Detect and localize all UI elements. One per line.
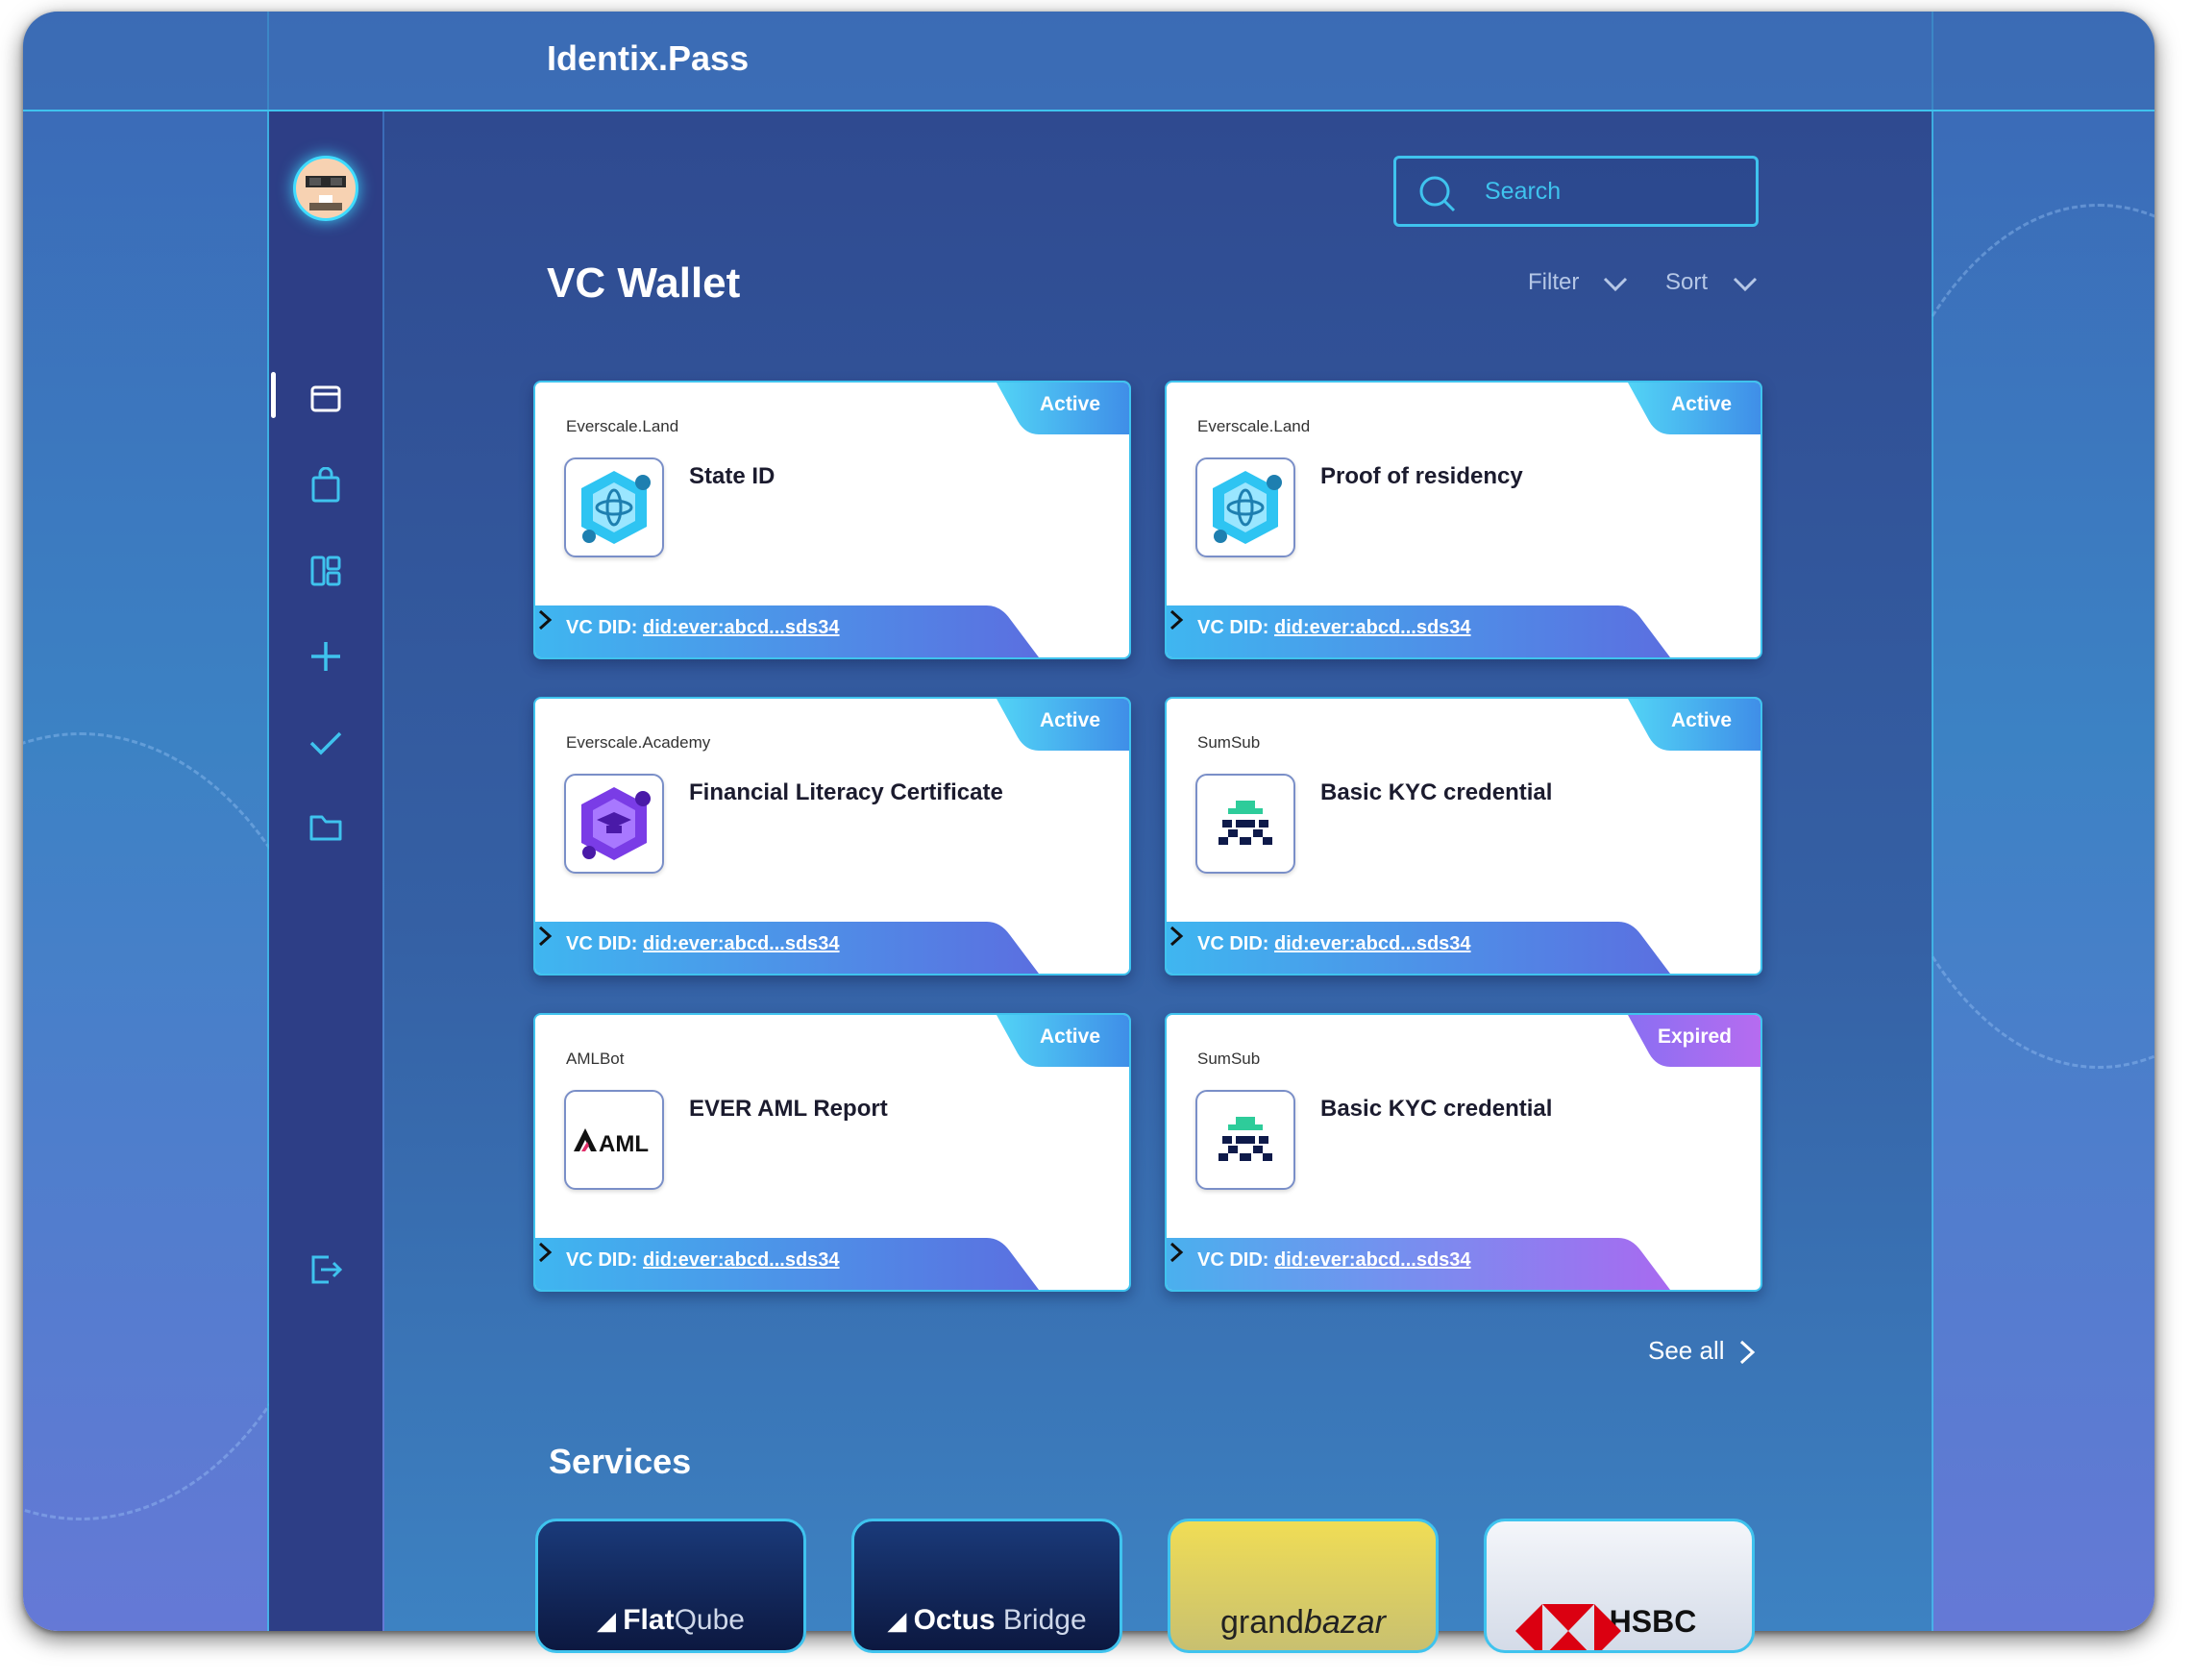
chevron-right-icon[interactable]: [535, 1238, 554, 1267]
did-label: VC DID: did:ever:abcd...sds34: [566, 617, 840, 638]
issuer-name: Everscale.Land: [1197, 417, 1311, 435]
sort-label: Sort: [1665, 269, 1709, 295]
did-label: VC DID: did:ever:abcd...sds34: [1197, 1249, 1471, 1271]
did-link[interactable]: did:ever:abcd...sds34: [1274, 933, 1471, 954]
status-badge: Active: [1628, 699, 1760, 751]
status-badge: Expired: [1628, 1015, 1760, 1067]
status-badge: Active: [997, 383, 1129, 434]
everscale-land-logo: [1195, 457, 1295, 557]
active-indicator: [271, 372, 276, 418]
see-all-link[interactable]: See all: [1648, 1336, 1725, 1366]
credential-title: Basic KYC credential: [1320, 1096, 1553, 1122]
svg-text:AML: AML: [599, 1131, 649, 1157]
sort-dropdown[interactable]: Sort: [1665, 269, 1758, 296]
did-link[interactable]: did:ever:abcd...sds34: [643, 617, 840, 638]
did-footer: VC DID: did:ever:abcd...sds34: [1167, 605, 1760, 657]
did-link[interactable]: did:ever:abcd...sds34: [1274, 617, 1471, 638]
service-hsbc[interactable]: HSBC: [1484, 1519, 1755, 1653]
logout-icon[interactable]: [308, 1251, 344, 1288]
status-badge: Active: [997, 1015, 1129, 1067]
credential-title: State ID: [689, 463, 775, 489]
issuer-name: SumSub: [1197, 1050, 1261, 1068]
credential-title: EVER AML Report: [689, 1096, 888, 1122]
did-label: VC DID: did:ever:abcd...sds34: [1197, 933, 1471, 954]
chevron-right-icon[interactable]: [535, 605, 554, 634]
status-text: Active: [1670, 709, 1732, 731]
status-text: Active: [1670, 393, 1732, 415]
credential-title: Basic KYC credential: [1320, 779, 1553, 805]
everscale-academy-logo: [564, 774, 664, 874]
chevron-down-icon: [1733, 277, 1758, 292]
service-name: HSBC: [1487, 1604, 1752, 1650]
service-name: ◢ Octus Bridge: [887, 1604, 1087, 1636]
credential-card[interactable]: Active SumSub Basic KYC credential VC DI…: [1165, 697, 1762, 976]
plus-icon[interactable]: [308, 638, 344, 675]
issuer-name: Everscale.Land: [566, 417, 679, 435]
sumsub-logo: [1195, 1090, 1295, 1190]
aml-logo: AML: [564, 1090, 664, 1190]
chevron-right-icon[interactable]: [1167, 922, 1186, 951]
did-label: VC DID: did:ever:abcd...sds34: [1197, 617, 1471, 638]
credential-card[interactable]: Active Everscale.Land Proof of residency…: [1165, 381, 1762, 659]
service-grandbazar[interactable]: grandbazar: [1168, 1519, 1439, 1653]
did-link[interactable]: did:ever:abcd...sds34: [1274, 1249, 1471, 1271]
did-footer: VC DID: did:ever:abcd...sds34: [535, 922, 1129, 974]
sidebar: [269, 111, 382, 1631]
search-placeholder: Search: [1485, 178, 1562, 205]
did-link[interactable]: did:ever:abcd...sds34: [643, 933, 840, 954]
check-icon[interactable]: [308, 725, 344, 761]
chevron-right-icon[interactable]: [1737, 1338, 1757, 1367]
search-input[interactable]: Search: [1393, 156, 1759, 227]
credential-card[interactable]: Active Everscale.Academy Financial Liter…: [533, 697, 1131, 976]
user-avatar[interactable]: [293, 156, 358, 221]
wallet-icon[interactable]: [308, 381, 344, 417]
credential-card[interactable]: Active AMLBot AML EVER AML Report VC DID…: [533, 1013, 1131, 1292]
status-text: Expired: [1657, 1025, 1732, 1048]
service-name: ◢ FlatQube: [597, 1604, 745, 1636]
service-name: grandbazar: [1219, 1604, 1387, 1641]
service-flatqube[interactable]: ◢ FlatQube: [535, 1519, 806, 1653]
did-footer: VC DID: did:ever:abcd...sds34: [1167, 1238, 1760, 1290]
credential-card[interactable]: Active Everscale.Land State ID VC DID: d…: [533, 381, 1131, 659]
hsbc-logo-icon: [1515, 1604, 1621, 1650]
dashboard-icon[interactable]: [308, 553, 344, 589]
credential-title: Proof of residency: [1320, 463, 1523, 489]
credential-card[interactable]: Expired SumSub Basic KYC credential VC D…: [1165, 1013, 1762, 1292]
did-footer: VC DID: did:ever:abcd...sds34: [535, 605, 1129, 657]
did-footer: VC DID: did:ever:abcd...sds34: [535, 1238, 1129, 1290]
did-label: VC DID: did:ever:abcd...sds34: [566, 933, 840, 954]
filter-label: Filter: [1528, 269, 1580, 295]
chevron-right-icon[interactable]: [1167, 1238, 1186, 1267]
filter-dropdown[interactable]: Filter: [1528, 269, 1628, 296]
sumsub-logo: [1195, 774, 1295, 874]
issuer-name: Everscale.Academy: [566, 733, 711, 752]
issuer-name: AMLBot: [566, 1050, 625, 1068]
did-link[interactable]: did:ever:abcd...sds34: [643, 1249, 840, 1271]
folder-icon[interactable]: [308, 808, 344, 845]
service-octus-bridge[interactable]: ◢ Octus Bridge: [851, 1519, 1122, 1653]
avatar-icon: [306, 176, 346, 210]
page-title: VC Wallet: [547, 259, 741, 307]
status-text: Active: [1039, 709, 1100, 731]
shopping-bag-icon[interactable]: [308, 466, 344, 504]
divider: [1932, 12, 1933, 1631]
status-badge: Active: [997, 699, 1129, 751]
did-footer: VC DID: did:ever:abcd...sds34: [1167, 922, 1760, 974]
search-icon: [1419, 176, 1456, 212]
issuer-name: SumSub: [1197, 733, 1261, 752]
top-bar: Identix.Pass: [23, 12, 2154, 111]
app-title: Identix.Pass: [547, 38, 750, 78]
services-title: Services: [549, 1442, 692, 1481]
status-text: Active: [1039, 1025, 1100, 1048]
chevron-right-icon[interactable]: [1167, 605, 1186, 634]
status-badge: Active: [1628, 383, 1760, 434]
chevron-right-icon[interactable]: [535, 922, 554, 951]
chevron-down-icon: [1603, 277, 1628, 292]
everscale-land-logo: [564, 457, 664, 557]
status-text: Active: [1039, 393, 1100, 415]
credential-title: Financial Literacy Certificate: [689, 779, 1003, 805]
did-label: VC DID: did:ever:abcd...sds34: [566, 1249, 840, 1271]
